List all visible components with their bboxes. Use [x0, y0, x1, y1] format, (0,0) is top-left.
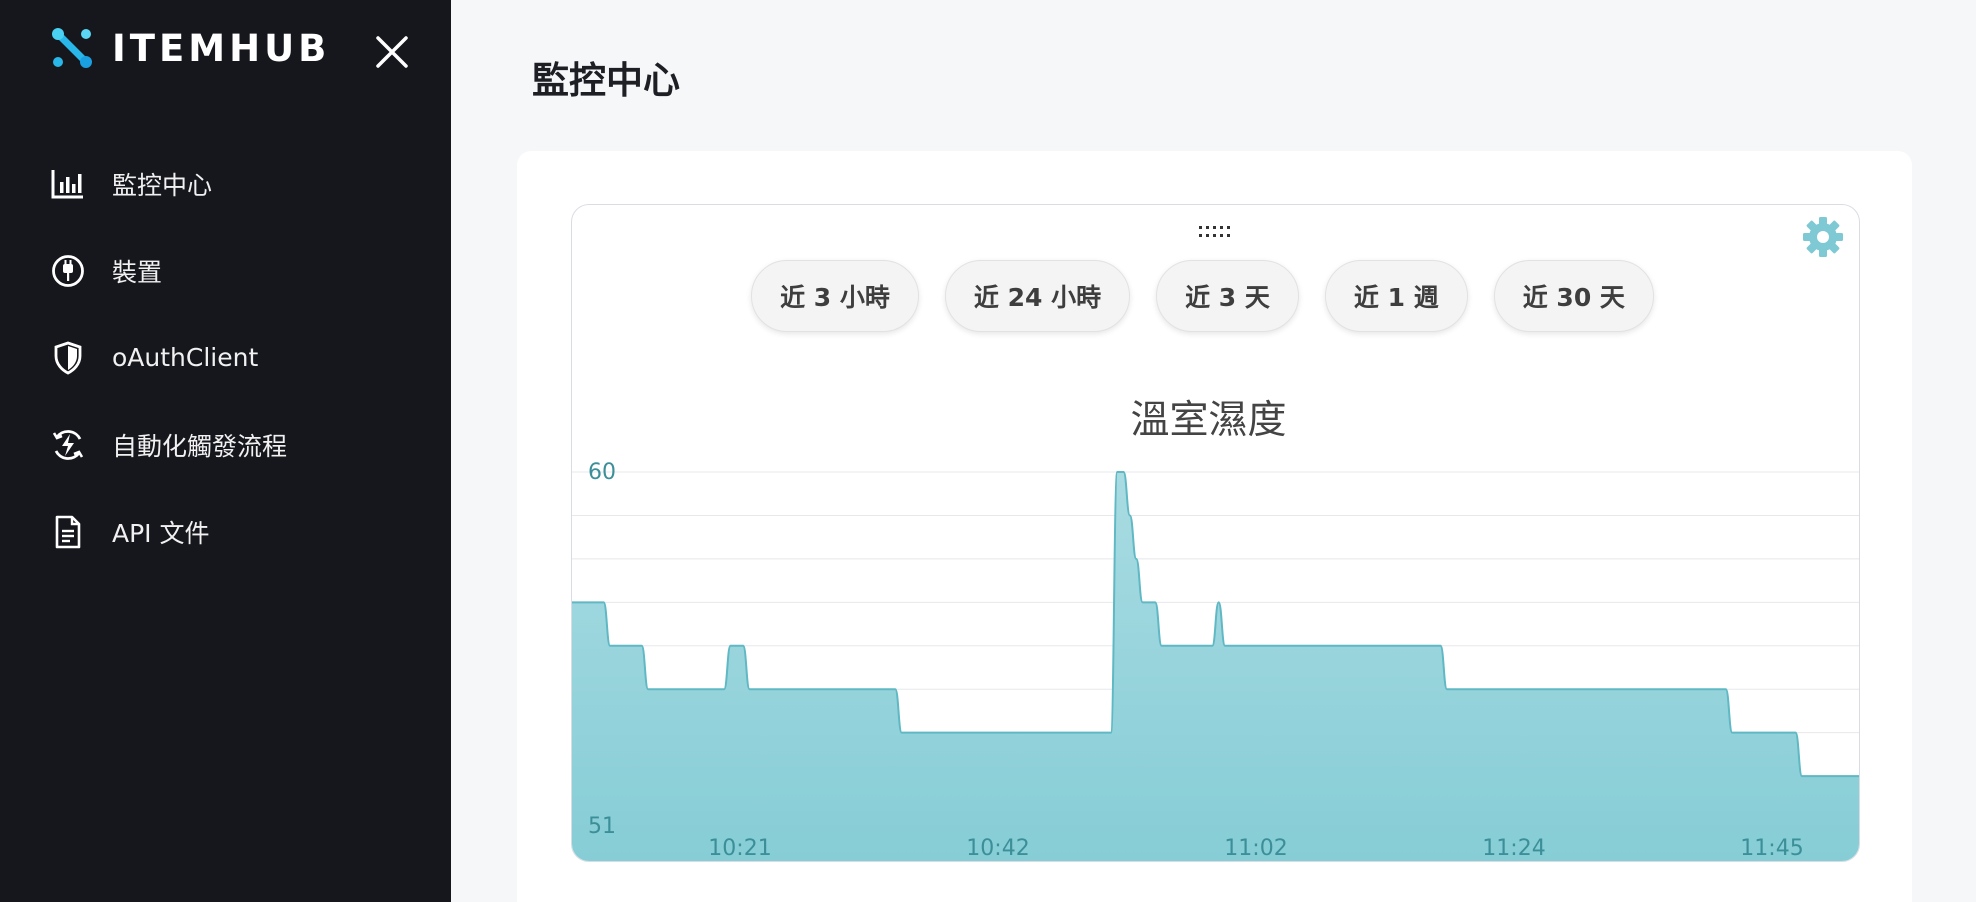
sidebar-nav: 監控中心 裝置 oAuthClient 自動化觸發流程 API 文件	[0, 140, 451, 575]
brand-name: ITEMHUB	[112, 26, 331, 70]
sidebar-item-api-docs[interactable]: API 文件	[0, 488, 451, 575]
page-title: 監控中心	[532, 59, 680, 102]
x-tick-label: 11:45	[1740, 836, 1803, 861]
sidebar-item-automation[interactable]: 自動化觸發流程	[0, 401, 451, 488]
itemhub-logo-icon	[52, 28, 92, 68]
sidebar-item-dashboard[interactable]: 監控中心	[0, 140, 451, 227]
sidebar: ITEMHUB 監控中心 裝置 oAuthClient 自動化觸發流程 API …	[0, 0, 451, 902]
document-icon	[50, 514, 86, 550]
sidebar-item-label: 裝置	[112, 257, 163, 287]
chart-area-fill	[572, 472, 1859, 861]
x-tick-label: 10:42	[966, 836, 1029, 861]
sidebar-item-label: oAuthClient	[112, 343, 259, 372]
shield-icon	[50, 340, 86, 376]
bar-chart-icon	[50, 166, 86, 202]
x-tick-label: 11:02	[1224, 836, 1287, 861]
brand[interactable]: ITEMHUB	[50, 26, 330, 70]
plug-icon	[50, 253, 86, 289]
chart-widget: 近 3 小時 近 24 小時 近 3 天 近 1 週 近 30 天 溫室濕度 6…	[571, 204, 1860, 862]
sidebar-item-devices[interactable]: 裝置	[0, 227, 451, 314]
sidebar-item-label: API 文件	[112, 518, 210, 548]
sidebar-item-label: 自動化觸發流程	[112, 431, 288, 461]
y-tick-label-min: 51	[588, 814, 616, 839]
sidebar-item-oauthclient[interactable]: oAuthClient	[0, 314, 451, 401]
sidebar-item-label: 監控中心	[112, 170, 213, 200]
lightning-cycle-icon	[50, 427, 86, 463]
y-tick-label-max: 60	[588, 460, 616, 485]
humidity-area-chart: 60 51 10:21 10:42 11:02 11:24 11:45	[572, 460, 1859, 861]
x-tick-label: 11:24	[1482, 836, 1545, 861]
x-tick-label: 10:21	[708, 836, 771, 861]
close-sidebar-icon[interactable]	[374, 34, 410, 70]
